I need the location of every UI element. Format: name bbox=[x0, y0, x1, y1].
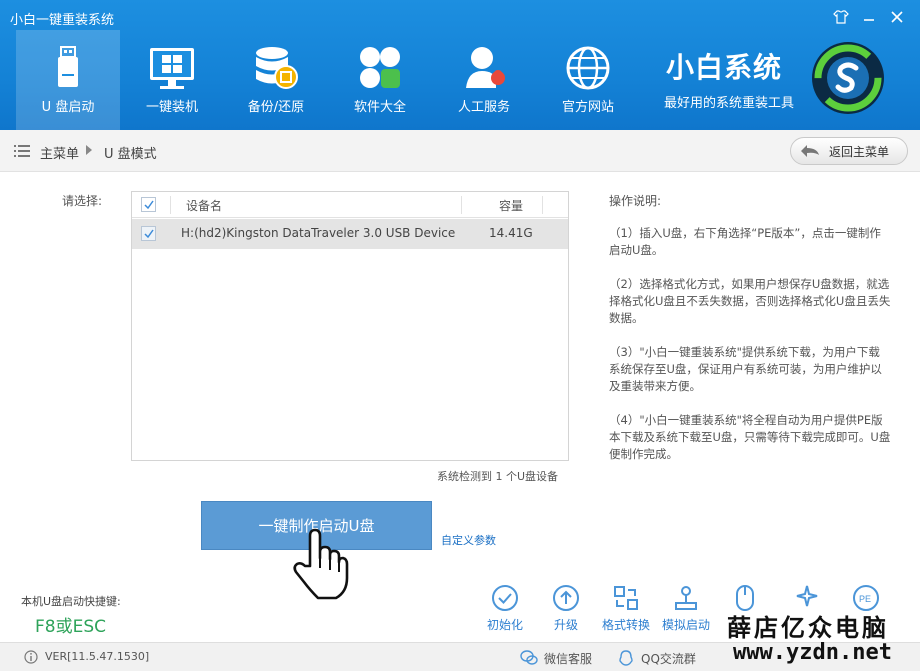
column-divider bbox=[542, 196, 543, 214]
close-button[interactable] bbox=[884, 6, 910, 28]
custom-params-link[interactable]: 自定义参数 bbox=[441, 532, 496, 548]
column-divider bbox=[170, 196, 171, 214]
check-circle-icon bbox=[492, 585, 518, 611]
nav-label: 官方网站 bbox=[561, 100, 614, 115]
support-person-icon bbox=[466, 47, 505, 88]
brand-subtitle: 最好用的系统重装工具 bbox=[664, 96, 795, 111]
version-text: VER[11.5.47.1530] bbox=[45, 650, 150, 663]
nav-item-usb-boot[interactable]: U 盘启动 bbox=[16, 30, 120, 130]
apps-grid-icon bbox=[360, 47, 400, 88]
wechat-support-button[interactable]: 微信客服 bbox=[520, 648, 592, 668]
device-table: 设备名 容量 H:(hd2)Kingston DataTraveler 3.0 … bbox=[131, 191, 569, 461]
pointer-hand-icon bbox=[293, 528, 349, 600]
database-backup-icon bbox=[256, 47, 298, 89]
breadcrumb-arrow-icon bbox=[86, 145, 92, 155]
nav-item-backup-restore[interactable]: 备份/还原 bbox=[224, 30, 328, 130]
nav-label: U 盘启动 bbox=[41, 100, 95, 115]
window-title: 小白一键重装系统 bbox=[10, 13, 115, 28]
device-capacity-cell: 14.41G bbox=[489, 226, 533, 240]
shirt-icon bbox=[833, 10, 849, 24]
wechat-icon bbox=[520, 650, 538, 665]
column-divider bbox=[461, 196, 462, 214]
tool-simulate-boot-button[interactable]: 模拟启动 bbox=[651, 584, 721, 634]
select-all-checkbox[interactable] bbox=[141, 197, 156, 212]
monitor-windows-icon bbox=[150, 48, 194, 89]
xiaobai-logo-icon bbox=[812, 42, 884, 114]
instruction-item: （4）"小白一键重装系统"将全程自动为用户提供PE版本下载及系统下载至U盘，只需… bbox=[609, 413, 891, 461]
column-header-capacity: 容量 bbox=[499, 199, 524, 213]
device-table-header: 设备名 容量 bbox=[132, 192, 568, 218]
nav-item-support[interactable]: 人工服务 bbox=[432, 30, 536, 130]
hotkey-label: 本机U盘启动快捷键: bbox=[21, 595, 121, 608]
minimize-button[interactable] bbox=[856, 6, 882, 28]
column-header-device: 设备名 bbox=[186, 199, 223, 213]
status-label: QQ交流群 bbox=[641, 651, 696, 666]
watermark-text: 薛店亿众电脑 bbox=[727, 613, 889, 642]
nav-label: 人工服务 bbox=[457, 100, 510, 115]
hotkey-value: F8或ESC bbox=[35, 617, 106, 637]
instruction-item: （1）插入U盘，右下角选择“PE版本”，点击一键制作启动U盘。 bbox=[609, 226, 881, 257]
qq-group-button[interactable]: QQ交流群 bbox=[617, 648, 696, 668]
instruction-item: （3）"小白一键重装系统"提供系统下载，为用户下载系统保存至U盘，保证用户有系统… bbox=[609, 345, 882, 393]
nav-label: 一键装机 bbox=[145, 100, 198, 115]
breadcrumb-home[interactable]: 主菜单 bbox=[40, 143, 79, 162]
skin-button[interactable] bbox=[828, 6, 854, 28]
globe-icon bbox=[566, 46, 610, 90]
status-label: 微信客服 bbox=[544, 651, 593, 666]
convert-icon bbox=[614, 586, 638, 610]
svg-text:PE: PE bbox=[859, 594, 871, 604]
tool-label: 模拟启动 bbox=[661, 618, 710, 632]
breadcrumb: 主菜单 U 盘模式 返回主菜单 bbox=[0, 130, 920, 172]
nav-label: 备份/还原 bbox=[247, 100, 305, 115]
instruction-item: （2）选择格式化方式，如果用户想保存U盘数据，就选择格式化U盘且不丢失数据，否则… bbox=[609, 277, 891, 325]
select-label: 请选择: bbox=[62, 194, 103, 208]
back-arrow-icon bbox=[801, 145, 819, 157]
joystick-icon bbox=[675, 586, 697, 610]
nav-item-software[interactable]: 软件大全 bbox=[328, 30, 432, 130]
menu-list-icon bbox=[14, 145, 30, 157]
nav-item-one-click-install[interactable]: 一键装机 bbox=[120, 30, 224, 130]
minimize-icon bbox=[864, 19, 874, 21]
instructions-title: 操作说明: bbox=[609, 194, 662, 208]
nav-label: 软件大全 bbox=[353, 100, 406, 115]
device-name-cell: H:(hd2)Kingston DataTraveler 3.0 USB Dev… bbox=[181, 226, 456, 240]
back-button-label: 返回主菜单 bbox=[829, 144, 890, 159]
title-header: 小白一键重装系统 U 盘启动 一键装机 备份/还原 软件大全 人工服务 官方网站… bbox=[0, 0, 920, 130]
checkmark-icon bbox=[144, 200, 154, 210]
table-row[interactable]: H:(hd2)Kingston DataTraveler 3.0 USB Dev… bbox=[132, 219, 568, 249]
breadcrumb-current: U 盘模式 bbox=[104, 147, 157, 162]
qq-icon bbox=[619, 650, 633, 666]
nav-item-official-site[interactable]: 官方网站 bbox=[536, 30, 640, 130]
row-checkbox[interactable] bbox=[141, 226, 156, 241]
main-nav: U 盘启动 一键装机 备份/还原 软件大全 人工服务 官方网站 bbox=[16, 30, 640, 130]
close-icon bbox=[891, 11, 903, 23]
upload-circle-icon bbox=[553, 585, 579, 611]
brand-title: 小白系统 bbox=[666, 51, 783, 84]
back-to-main-button[interactable]: 返回主菜单 bbox=[790, 137, 908, 165]
detect-status-text: 系统检测到 1 个U盘设备 bbox=[437, 470, 559, 483]
tool-initialize-button[interactable]: 初始化 bbox=[470, 584, 540, 634]
checkmark-icon bbox=[144, 229, 154, 239]
info-icon bbox=[24, 650, 38, 664]
usb-drive-icon bbox=[58, 46, 78, 87]
tool-label: 初始化 bbox=[486, 618, 523, 632]
watermark-url: www.yzdn.net bbox=[733, 640, 892, 665]
